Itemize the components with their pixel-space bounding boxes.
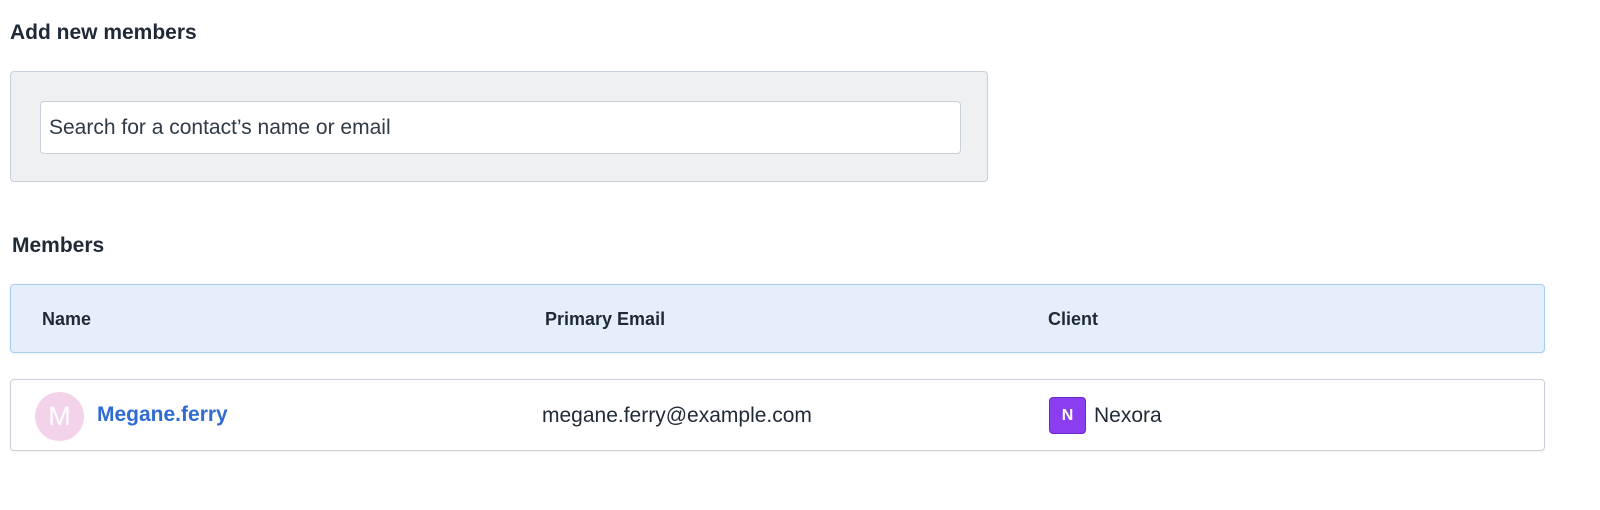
column-header-name[interactable]: Name	[42, 309, 91, 330]
member-email: megane.ferry@example.com	[542, 404, 812, 427]
add-members-title: Add new members	[10, 21, 197, 44]
column-header-primary-email[interactable]: Primary Email	[545, 309, 665, 330]
contact-search-input[interactable]	[40, 101, 961, 154]
search-panel	[10, 71, 988, 182]
avatar: M	[35, 392, 84, 441]
member-name-link[interactable]: Megane.ferry	[97, 403, 228, 427]
client-name: Nexora	[1094, 404, 1162, 427]
table-row: M Megane.ferry megane.ferry@example.com …	[10, 379, 1545, 451]
client-logo-badge: N	[1049, 397, 1086, 434]
page: Add new members Members Name Primary Ema…	[0, 0, 1600, 510]
column-header-client[interactable]: Client	[1048, 309, 1098, 330]
members-table-header: Name Primary Email Client	[10, 284, 1545, 353]
members-title: Members	[12, 234, 105, 257]
